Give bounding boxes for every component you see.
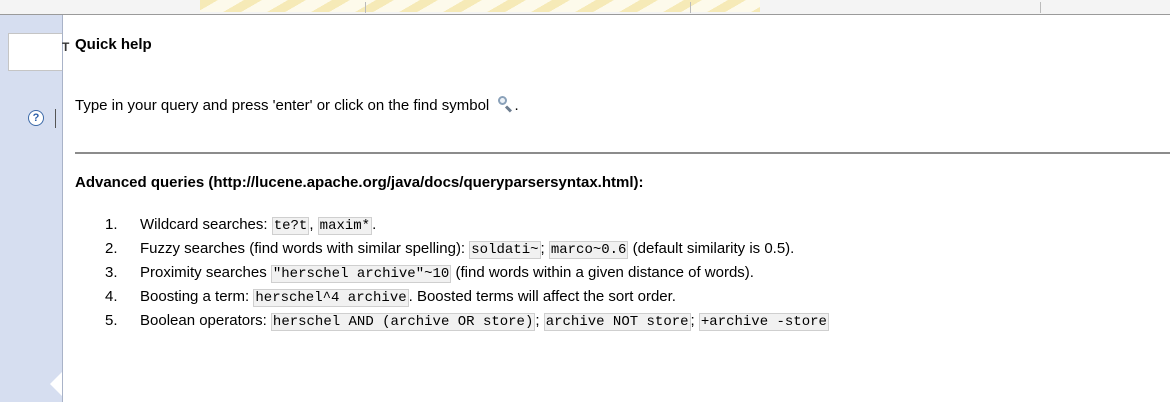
toolbar-separator <box>365 2 366 13</box>
tooltip-pointer <box>50 372 62 396</box>
item-text-fragment: (find words within a given distance of w… <box>451 264 754 281</box>
item-text-fragment: . Boosted terms will affect the sort ord… <box>408 288 676 305</box>
list-item-text: Boosting a term: herschel^4 archive. Boo… <box>140 286 676 309</box>
toolbar-separator <box>690 2 691 13</box>
list-item-number: 3. <box>105 264 118 281</box>
query-example: archive NOT store <box>543 313 691 331</box>
list-item-number: 5. <box>105 312 118 329</box>
item-text-fragment: ; <box>540 240 549 257</box>
help-circle-icon[interactable]: ? <box>28 110 44 126</box>
quick-help-intro: Type in your query and press 'enter' or … <box>75 96 519 114</box>
tab-label: T <box>62 40 70 54</box>
item-text-fragment: ; <box>690 312 699 329</box>
list-item-text: Wildcard searches: te?t, maxim*. <box>140 214 376 237</box>
list-item: 4. Boosting a term: herschel^4 archive. B… <box>105 286 1170 310</box>
item-text-fragment: , <box>309 216 318 233</box>
list-item-text: Fuzzy searches (find words with similar … <box>140 238 794 261</box>
list-item-number: 1. <box>105 216 118 233</box>
item-text-fragment: (default similarity is 0.5). <box>628 240 795 257</box>
query-example: marco~0.6 <box>548 241 629 259</box>
list-item: 3. Proximity searches "herschel archive"~… <box>105 262 1170 286</box>
top-toolbar-strip <box>0 0 1170 15</box>
list-item: 1. Wildcard searches: te?t, maxim*. <box>105 214 1170 238</box>
panel-tab[interactable] <box>8 33 62 71</box>
intro-text: Type in your query and press 'enter' or … <box>75 97 490 114</box>
list-item-text: Boolean operators: herschel AND (archive… <box>140 310 829 333</box>
intro-period: . <box>514 97 519 114</box>
query-example: herschel AND (archive OR store) <box>270 313 536 331</box>
query-example: +archive -store <box>698 313 829 331</box>
query-example: soldati~ <box>469 241 541 259</box>
left-side-panel: ? <box>0 15 63 402</box>
item-text-fragment: . <box>372 216 377 233</box>
item-text-fragment: Boosting a term: <box>140 288 254 305</box>
list-item-text: Proximity searches "herschel archive"~10… <box>140 262 754 285</box>
advanced-queries-heading: Advanced queries (http://lucene.apache.o… <box>75 174 644 191</box>
item-text-fragment: Proximity searches <box>140 264 271 281</box>
item-text-fragment: Boolean operators: <box>140 312 271 329</box>
query-example: maxim* <box>317 217 373 235</box>
quick-help-title: Quick help <box>75 36 152 53</box>
list-item-number: 2. <box>105 240 118 257</box>
magnifier-icon <box>496 96 514 113</box>
query-example: "herschel archive"~10 <box>270 265 452 283</box>
list-item: 5. Boolean operators: herschel AND (archi… <box>105 310 1170 334</box>
query-example: herschel^4 archive <box>253 289 409 307</box>
text-caret <box>55 109 56 128</box>
toolbar-separator <box>1040 2 1041 13</box>
query-example: te?t <box>271 217 310 235</box>
list-item: 2. Fuzzy searches (find words with simila… <box>105 238 1170 262</box>
toolbar-highlight <box>200 0 760 12</box>
list-item-number: 4. <box>105 288 118 305</box>
advanced-queries-list: 1. Wildcard searches: te?t, maxim*. 2. Fuzz… <box>105 214 1170 334</box>
item-text-fragment: Wildcard searches: <box>140 216 272 233</box>
section-divider <box>75 152 1170 154</box>
item-text-fragment: Fuzzy searches (find words with similar … <box>140 240 470 257</box>
item-text-fragment: ; <box>535 312 544 329</box>
